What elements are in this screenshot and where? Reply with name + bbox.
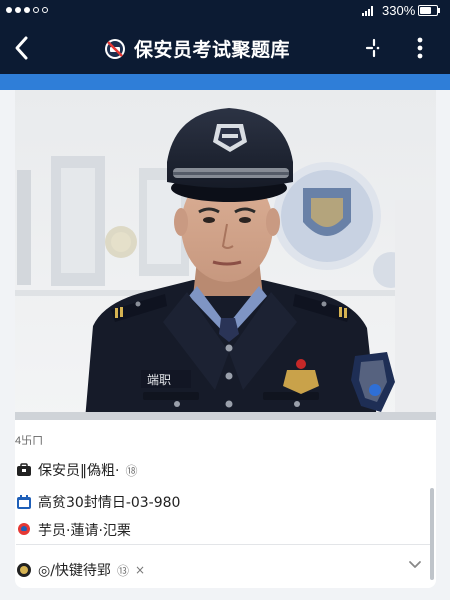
calendar-icon (17, 495, 31, 509)
info-row-2: 高贫30封情日-03-980 (16, 492, 180, 512)
signal-dots-icon (6, 7, 48, 13)
more-vertical-icon[interactable] (410, 34, 430, 62)
location-icon (18, 523, 30, 535)
info-line-1: 保安员‖偽粗· (38, 463, 120, 479)
info-line-2: 高贫30封情日-03-980 (38, 495, 181, 511)
briefcase-icon (17, 463, 31, 476)
info-line-1-suffix: ⑱ (125, 463, 138, 478)
chest-badge-text: 端职 (147, 373, 171, 387)
close-icon[interactable]: × (135, 563, 145, 577)
chevron-left-icon[interactable] (8, 32, 36, 64)
info-row-1: 保安员‖偽粗· ⑱ (16, 460, 137, 480)
security-guard-photo: 端职 (15, 90, 436, 420)
info-line-3: 芋员·蓮请·氾栗 (38, 523, 131, 539)
cell-signal-icon (362, 6, 373, 16)
shield-badge-icon (17, 563, 31, 577)
info-row-3: 芋员·蓮请·氾栗 (16, 520, 131, 540)
info-line-4: ◎/快键待郢 (38, 563, 111, 579)
info-line-4-suffix: ⑬ (116, 563, 129, 578)
info-row-4[interactable]: ◎/快键待郢 ⑬ × (16, 560, 145, 580)
info-small-label: 4卐ㄇ (15, 435, 44, 447)
app-logo-icon (105, 39, 125, 59)
split-arrows-icon[interactable] (364, 36, 384, 60)
nav-bar: 保安员考试聚题库 (0, 22, 450, 74)
battery-icon (418, 5, 440, 16)
scrollbar[interactable] (430, 488, 434, 580)
chevron-down-icon[interactable] (408, 558, 422, 572)
header-accent-band (0, 74, 450, 90)
battery-percentage: 330% (382, 3, 416, 18)
info-divider (16, 544, 432, 545)
page-title: 保安员考试聚题库 (134, 39, 291, 61)
status-bar: 330% (0, 0, 450, 22)
